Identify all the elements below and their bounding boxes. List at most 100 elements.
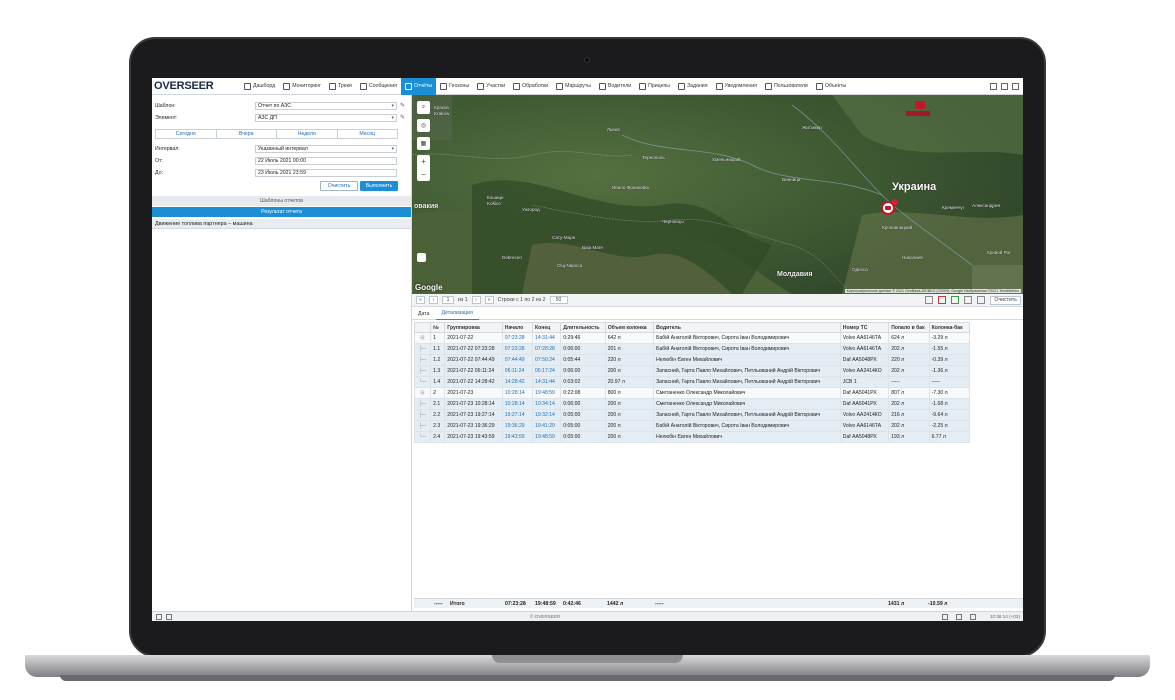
col-pump-tank[interactable]: Колонка-бак [928,322,971,333]
col-start[interactable]: Начало [501,322,534,333]
settings-icon[interactable] [1001,82,1008,90]
totals-start: 07:23:28 [505,601,526,607]
table-row[interactable]: ├─ 2.2 2021-07-23 19:27:14 19:27:14 19:32:14… [413,409,971,421]
table-row[interactable]: ├─ 1.2 2021-07-22 07:44:49 07:44:49 07:50:24… [413,354,971,366]
table-row[interactable]: └─ 1.4 2021-07-22 14:28:42 14:28:42 14:31:44… [413,376,971,388]
tab-date[interactable]: Дата [412,308,436,320]
sound-icon[interactable] [942,614,948,620]
excel-export-icon[interactable] [951,296,960,304]
user-menu-icon[interactable] [1012,82,1019,90]
period-today-button[interactable]: Сегодня [156,130,217,138]
map-view[interactable]: Украина Молдавия овакия Краков Kraków Львов Те… [412,95,1023,294]
cell-diff: ----- [928,376,971,388]
col-to-tank[interactable]: Попало в бак [888,322,930,333]
col-driver[interactable]: Водитель [653,322,841,333]
cell-e: 19:48:59 [532,387,562,399]
nav-item-10[interactable]: Прицепы [635,78,674,95]
col-number[interactable]: № [430,322,446,333]
layout-icon[interactable] [166,614,172,620]
last-page-icon[interactable]: » [484,296,494,304]
col-pump-volume[interactable]: Объем колонка [604,322,655,333]
nav-item-11[interactable]: Задания [674,78,712,95]
tab-details[interactable]: Детализация [435,308,479,320]
nav-item-9[interactable]: Водители [595,78,635,95]
col-duration[interactable]: Длительность [560,322,606,333]
table-settings-icon[interactable] [925,296,934,304]
element-label: Элемент: [155,114,178,121]
map-label: Николаев [902,255,923,260]
template-select[interactable]: Отчет по АЗС ▾ [255,101,397,110]
clear-grid-button[interactable]: Очистить [990,295,1021,305]
wrench-icon[interactable]: ✎ [400,114,405,121]
zoom-out-button[interactable]: − [421,170,426,179]
fullscreen-icon[interactable] [417,253,426,262]
report-templates-header[interactable]: Шаблоны отчетов [152,196,411,206]
zoom-in-button[interactable]: + [421,157,426,166]
table-row[interactable]: ├─ 1.3 2021-07-22 06:11:24 06:11:24 06:17:24… [413,365,971,377]
search-map-icon[interactable]: ⌕ [417,101,430,114]
pdf-export-icon[interactable] [938,296,947,304]
col-vehicle[interactable]: Номер ТС [839,322,890,333]
nav-item-7[interactable]: Обработки [509,78,552,95]
messages-status-icon[interactable] [956,614,962,620]
overseer-logo[interactable]: OVERSEER [152,78,240,95]
html-export-icon[interactable] [964,296,973,304]
nav-item-3[interactable]: Сообщения [356,78,401,95]
prev-page-icon[interactable]: ‹ [429,296,438,304]
next-page-icon[interactable]: › [471,296,481,304]
grid-icon[interactable] [990,82,997,90]
wrench-icon[interactable]: ✎ [400,102,405,109]
nav-item-4[interactable]: Отчёты [400,78,437,95]
element-select[interactable]: АЗС ДП ▾ [255,113,397,122]
trailer-icon [639,82,647,90]
cell-g: 2021-07-23 19:27:14 [444,409,503,421]
interval-select[interactable]: Указанный интервал ▾ [255,144,397,153]
station-marker-icon[interactable] [915,101,925,109]
layers-icon[interactable]: ◎ [417,119,430,132]
period-week-button[interactable]: Неделя [277,130,338,138]
page-input[interactable]: 1 [442,296,454,304]
print-icon[interactable] [977,296,986,304]
first-page-icon[interactable]: « [416,296,425,304]
period-month-button[interactable]: Месяц [338,130,398,138]
nav-item-12[interactable]: Уведомления [712,78,761,95]
nav-item-14[interactable]: Объекты [812,78,850,95]
nav-item-6[interactable]: Участки [473,78,509,95]
table-row[interactable]: └─ 2.4 2021-07-23 19:43:59 19:43:59 19:48:59… [413,431,971,443]
col-end[interactable]: Конец [532,322,562,333]
flag-status-icon[interactable] [970,614,976,620]
cell-tree[interactable]: ⊟ [413,332,432,344]
from-row: От: 22 Июль 2021 00:00 [155,156,397,165]
to-date-input[interactable]: 23 Июль 2021 23:59 [255,168,397,177]
cell-tank: 202 л [888,343,930,355]
page-size-select[interactable]: 50 [549,296,568,304]
cell-n: 1.4 [430,376,446,388]
group-row[interactable]: ⊟ 2 2021-07-23 10:28:14 19:48:59 0:22:08 800 л… [413,387,971,399]
nav-item-2[interactable]: Треки [325,78,356,95]
clear-button[interactable]: Очистить [320,181,358,191]
report-result-header[interactable]: Результат отчета [152,207,411,217]
cell-drv: Сметаненко Олександр Миколайович [653,398,841,410]
group-row[interactable]: ⊟ 1 2021-07-22 07:23:28 14:31:44 0:29:46 642 л… [413,332,971,344]
route-icon [556,82,564,90]
nav-item-8[interactable]: Маршруты [552,78,595,95]
panel-toggle-icon[interactable] [156,614,162,620]
tools-icon[interactable]: ▦ [417,137,430,150]
from-date-input[interactable]: 22 Июль 2021 00:00 [255,156,397,165]
table-row[interactable]: ├─ 2.1 2021-07-23 10:28:14 10:28:14 10:34:14… [413,398,971,410]
period-buttons: Сегодня Вчера Неделя Месяц [155,129,398,139]
table-row[interactable]: ├─ 2.3 2021-07-23 19:36:29 19:36:29 19:41:29… [413,420,971,432]
nav-item-5[interactable]: Геозоны [436,78,473,95]
nav-item-1[interactable]: Мониторинг [279,78,325,95]
cell-tree[interactable]: ⊟ [413,387,432,399]
cell-tree: ├─ [413,409,432,421]
nav-item-label: Объекты [824,83,847,89]
run-report-button[interactable]: Выполнить [360,181,398,191]
col-grouping[interactable]: Группировка [444,322,503,333]
nav-item-13[interactable]: Пользователи [761,78,812,95]
period-yesterday-button[interactable]: Вчера [217,130,277,138]
result-item[interactable]: Движение топлива партнера – машина [152,219,411,229]
table-row[interactable]: ├─ 1.1 2021-07-22 07:23:28 07:23:28 07:28:28… [413,343,971,355]
nav-item-0[interactable]: Дашборд [240,78,279,95]
cell-g: 2021-07-22 [444,332,503,344]
